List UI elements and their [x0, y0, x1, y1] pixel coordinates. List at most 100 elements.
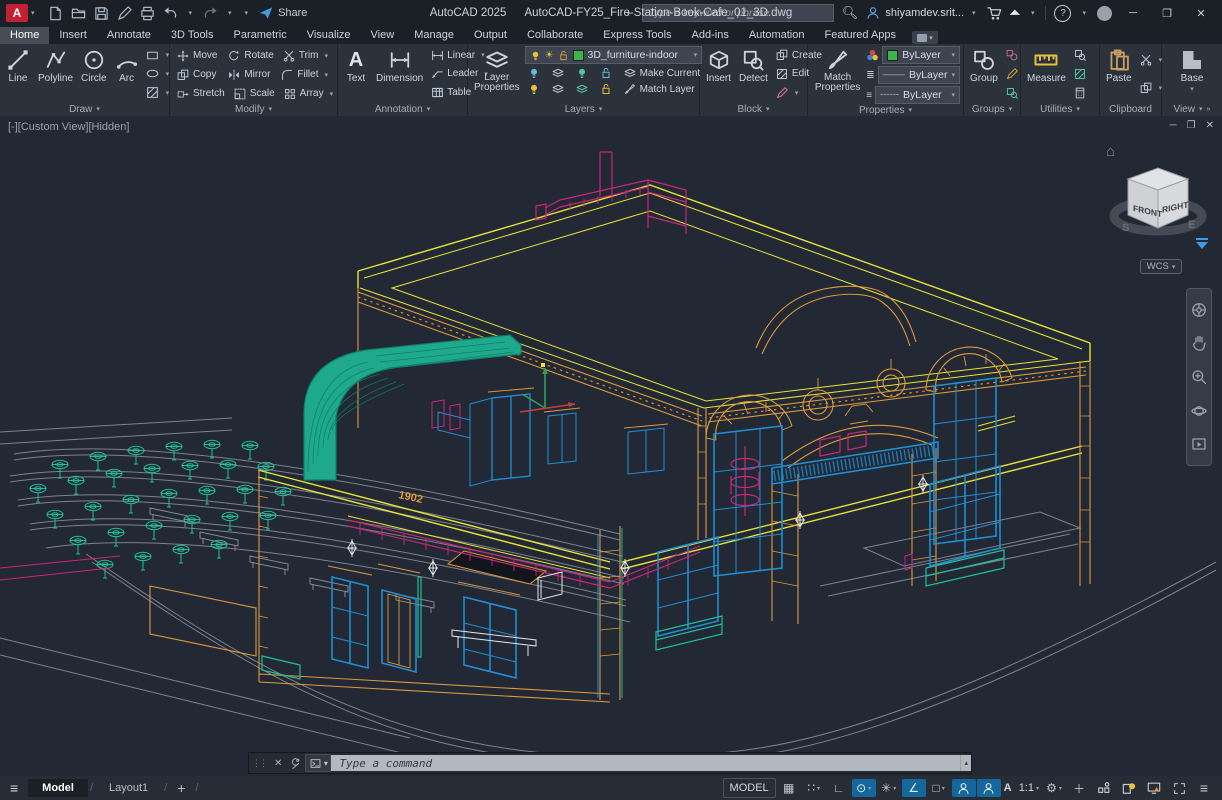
- tab-view[interactable]: View: [361, 27, 405, 44]
- tab-home[interactable]: Home: [0, 27, 49, 44]
- tab-add-ins[interactable]: Add-ins: [682, 27, 739, 44]
- command-input[interactable]: Type a command: [331, 755, 960, 771]
- search-scope-icon[interactable]: ▸: [627, 9, 631, 17]
- tab-annotate[interactable]: Annotate: [97, 27, 161, 44]
- layout-menu-icon[interactable]: ≡: [0, 780, 28, 796]
- quick-select-button[interactable]: [1071, 48, 1089, 62]
- showmotion-icon[interactable]: [1191, 436, 1207, 452]
- group-edit-button[interactable]: [1003, 67, 1021, 81]
- layer-unisolate-button[interactable]: [573, 82, 591, 96]
- arc-button[interactable]: Arc: [112, 46, 142, 102]
- rotate-button[interactable]: Rotate: [225, 49, 275, 63]
- layer-lock-button[interactable]: [597, 66, 615, 80]
- command-history-toggle[interactable]: ▴: [960, 755, 971, 771]
- layer-off-button[interactable]: [525, 66, 543, 80]
- qat-customize-icon[interactable]: ▾: [245, 9, 249, 17]
- panel-layers-title[interactable]: Layers▾: [468, 102, 699, 116]
- object-color-dropdown[interactable]: ByLayer▾: [882, 46, 960, 64]
- layer-properties-button[interactable]: Layer Properties: [471, 46, 523, 102]
- open-file-icon[interactable]: [71, 5, 87, 21]
- viewcube-menu-icon[interactable]: [1196, 239, 1208, 249]
- layer-unlock-icon[interactable]: [558, 50, 569, 61]
- layer-freeze-button[interactable]: [549, 66, 567, 80]
- customization-button[interactable]: ≡: [1192, 779, 1216, 797]
- save-icon[interactable]: [94, 5, 110, 21]
- move-button[interactable]: Move: [174, 49, 221, 63]
- help-icon[interactable]: ?: [1054, 5, 1071, 22]
- account-button[interactable]: shiyamdev.srit... ▾: [866, 6, 978, 20]
- lineweight-dropdown[interactable]: ───ByLayer▾: [878, 66, 960, 84]
- linetype-icon[interactable]: ≡: [866, 90, 872, 101]
- scale-button[interactable]: Scale: [231, 87, 277, 101]
- recent-commands-button[interactable]: ▾: [305, 754, 331, 772]
- stretch-button[interactable]: Stretch: [174, 87, 227, 101]
- help-caret-icon[interactable]: ▾: [1082, 9, 1086, 17]
- grid-toggle[interactable]: ▦: [777, 779, 801, 797]
- model-space-button[interactable]: MODEL: [723, 778, 776, 798]
- dimension-button[interactable]: Dimension: [373, 46, 426, 102]
- command-customize-wrench-icon[interactable]: [287, 756, 301, 770]
- tab-featured-apps[interactable]: Featured Apps: [814, 27, 906, 44]
- detect-button[interactable]: Detect: [736, 46, 771, 102]
- array-button[interactable]: Array▾: [281, 87, 338, 101]
- tab-automation[interactable]: Automation: [739, 27, 815, 44]
- layer-thaw-button[interactable]: [549, 82, 567, 96]
- color-wheel-icon[interactable]: [866, 49, 879, 62]
- ribbon-display-options[interactable]: ▾: [912, 31, 938, 44]
- panel-draw-title[interactable]: Draw▾: [0, 102, 169, 116]
- zoom-extents-icon[interactable]: [1191, 369, 1207, 385]
- layer-thaw-sun-icon[interactable]: ☀: [545, 50, 554, 61]
- panel-modify-title[interactable]: Modify▾: [170, 102, 337, 116]
- command-grip-handle[interactable]: ⋮⋮: [249, 758, 269, 769]
- orbit-icon[interactable]: [1191, 403, 1207, 419]
- window-maximize-button[interactable]: ❐: [1154, 7, 1180, 20]
- tab-3d-tools[interactable]: 3D Tools: [161, 27, 224, 44]
- layer-on-bulb-icon[interactable]: [530, 50, 541, 61]
- base-button[interactable]: Base▾: [1177, 46, 1207, 102]
- window-minimize-button[interactable]: ─: [1120, 7, 1146, 19]
- clean-screen-button[interactable]: [1167, 779, 1191, 797]
- osnap-toggle[interactable]: □▾: [927, 779, 951, 797]
- navigation-wheel-icon[interactable]: [1191, 302, 1207, 318]
- notifications-icon[interactable]: [1097, 6, 1112, 21]
- ungroup-button[interactable]: [1003, 48, 1021, 62]
- panel-annotation-title[interactable]: Annotation▾: [338, 102, 467, 116]
- panel-view-title[interactable]: View▾»: [1162, 102, 1222, 116]
- match-properties-button[interactable]: Match Properties: [811, 46, 864, 104]
- trim-button[interactable]: Trim▾: [280, 49, 333, 63]
- model-viewport[interactable]: 1902: [0, 116, 1222, 776]
- measure-button[interactable]: Measure: [1024, 46, 1069, 102]
- autodesk-caret-icon[interactable]: ▾: [1031, 9, 1035, 17]
- panel-clipboard-title[interactable]: Clipboard: [1100, 102, 1161, 116]
- line-button[interactable]: Line: [3, 46, 33, 102]
- search-icon[interactable]: 🔍︎: [842, 5, 859, 21]
- polar-tracking-toggle[interactable]: ⊙▾: [852, 779, 876, 797]
- doc-restore-button[interactable]: ❐: [1187, 120, 1196, 131]
- osnap-tracking-toggle[interactable]: ∠: [902, 779, 926, 797]
- search-input[interactable]: [642, 4, 834, 22]
- tab-parametric[interactable]: Parametric: [224, 27, 297, 44]
- make-current-button[interactable]: Make Current: [621, 66, 703, 80]
- circle-button[interactable]: Circle: [78, 46, 110, 102]
- tab-manage[interactable]: Manage: [404, 27, 464, 44]
- lineweight-icon[interactable]: ≣: [866, 70, 874, 81]
- layer-color-swatch[interactable]: [573, 50, 584, 61]
- isolate-objects-button[interactable]: [1117, 779, 1141, 797]
- new-file-icon[interactable]: [48, 5, 64, 21]
- layer-dropdown[interactable]: ☀ 3D_furniture-indoor ▾: [525, 46, 703, 64]
- ortho-toggle[interactable]: ∟: [827, 779, 851, 797]
- layer-isolate-button[interactable]: [573, 66, 591, 80]
- layer-on-button[interactable]: [525, 82, 543, 96]
- graphics-performance-button[interactable]: [1142, 779, 1166, 797]
- autodesk-logo-icon[interactable]: ⏶: [1010, 5, 1020, 21]
- tab-insert[interactable]: Insert: [49, 27, 97, 44]
- annotation-scale-button[interactable]: A 1:1▾: [1002, 779, 1041, 797]
- panel-groups-title[interactable]: Groups▾: [964, 102, 1020, 116]
- tab-express-tools[interactable]: Express Tools: [593, 27, 681, 44]
- autocad-app-logo[interactable]: A: [6, 4, 28, 22]
- layer-unlock-button[interactable]: [597, 82, 615, 96]
- polyline-button[interactable]: Polyline: [35, 46, 76, 102]
- layer-dropdown-caret-icon[interactable]: ▾: [694, 51, 698, 59]
- mirror-button[interactable]: Mirror: [225, 68, 274, 82]
- snap-toggle[interactable]: ∷▾: [802, 779, 826, 797]
